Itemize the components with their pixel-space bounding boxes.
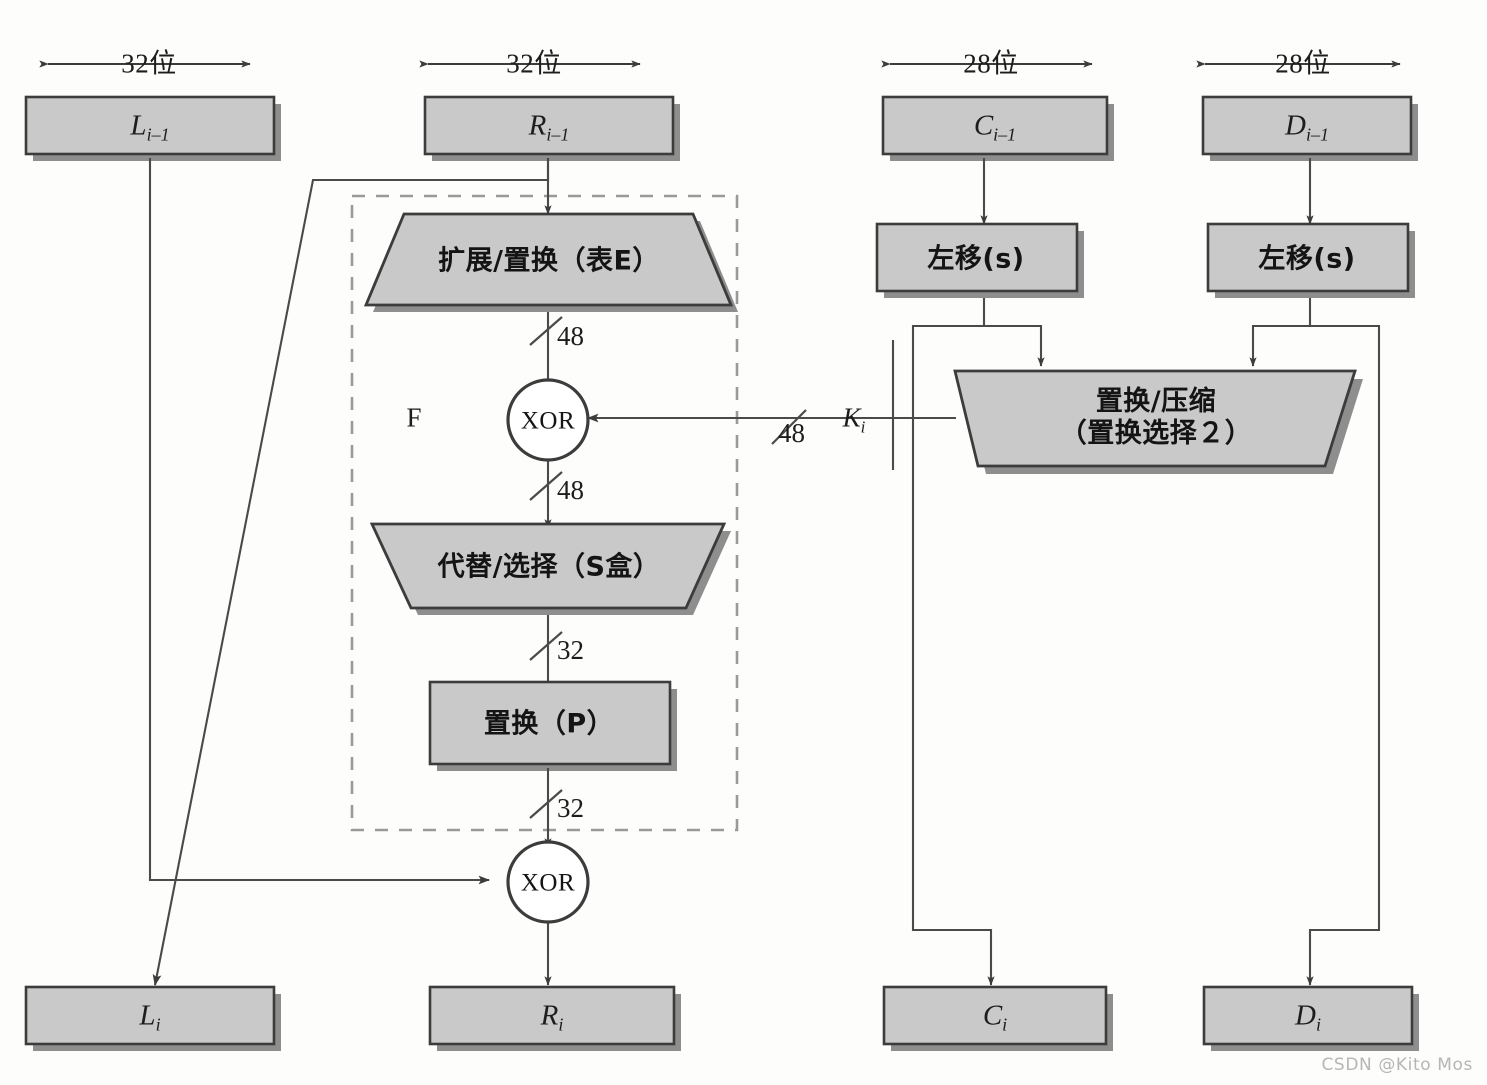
bit-label-xor-out: 48 [557, 475, 584, 505]
register-sub: i–1 [146, 124, 170, 145]
block-label-compression: 置换/压缩 （置换选择２） [1060, 386, 1253, 450]
key-base: K [842, 402, 861, 433]
block-label-left-shift-c: 左移(s) [927, 243, 1025, 275]
compression-line-1: 置换/压缩 [1095, 386, 1217, 418]
register-sub: i [1002, 1014, 1008, 1035]
register-label-d-out: Di [1295, 999, 1321, 1034]
width-label-right-data: 32位 [506, 48, 562, 79]
register-base: D [1295, 999, 1316, 1032]
xor-lower-label: XOR [520, 869, 576, 897]
register-base: R [540, 999, 559, 1032]
key-sub: i [860, 417, 866, 437]
register-sub: i [155, 1014, 161, 1035]
register-sub: i–1 [993, 124, 1017, 145]
register-base: L [139, 999, 156, 1032]
d-shift-to-compression [1249, 298, 1312, 367]
width-label-right-key: 28位 [1275, 48, 1331, 79]
xor-upper-label: XOR [520, 407, 576, 435]
register-label-l-prev: Li–1 [130, 109, 169, 144]
block-label-permutation: 置换（P） [483, 708, 615, 740]
diagram-vector-layer [24, 60, 1419, 1051]
register-label-r-prev: Ri–1 [528, 109, 570, 144]
register-label-c-prev: Ci–1 [973, 109, 1016, 144]
register-sub: i–1 [1305, 124, 1329, 145]
register-base: D [1285, 109, 1306, 142]
register-label-r-out: Ri [540, 999, 564, 1034]
width-label-left-key: 28位 [963, 48, 1019, 79]
register-base: R [528, 109, 547, 142]
bit-label-permutation-out: 32 [557, 793, 584, 823]
c-shift-to-compression [982, 298, 1045, 367]
bit-label-expansion-out: 48 [557, 321, 584, 351]
register-label-c-out: Ci [982, 999, 1007, 1034]
register-sub: i [1315, 1014, 1321, 1035]
register-label-d-prev: Di–1 [1285, 109, 1329, 144]
bit-label-sbox-out: 32 [557, 635, 584, 665]
block-label-expansion: 扩展/置换（表E） [438, 245, 660, 277]
register-label-l-out: Li [139, 999, 160, 1034]
register-sub: i [558, 1014, 564, 1035]
des-round-diagram: 32位 32位 28位 28位 Li–1 Ri–1 Ci–1 Di–1 Li R… [0, 0, 1487, 1085]
width-label-left-data: 32位 [121, 48, 177, 79]
register-sub: i–1 [546, 124, 570, 145]
register-base: L [130, 109, 147, 142]
f-function-label: F [406, 402, 422, 433]
watermark: CSDN @Kito Mos [1321, 1055, 1473, 1075]
register-boxes [24, 95, 1414, 1046]
register-base: C [982, 999, 1003, 1032]
block-label-sbox: 代替/选择（S盒） [437, 551, 661, 583]
connector-lines [148, 158, 1381, 986]
compression-line-2: （置换选择２） [1059, 418, 1253, 449]
key-label: Ki [842, 402, 866, 436]
block-label-left-shift-d: 左移(s) [1258, 243, 1356, 275]
bit-label-key-in: 48 [778, 418, 805, 448]
register-base: C [973, 109, 994, 142]
